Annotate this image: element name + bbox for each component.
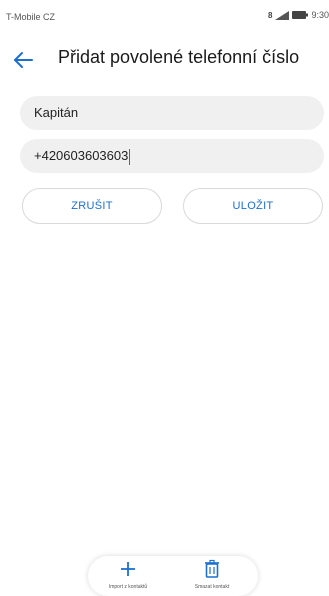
phone-number-field[interactable]: +420603603603 <box>20 139 324 173</box>
plus-icon <box>118 559 138 579</box>
name-field[interactable]: Kapitán <box>20 96 324 130</box>
name-field-value: Kapitán <box>34 105 79 120</box>
app-bar: Přidat povolené telefonní číslo <box>0 40 329 80</box>
carrier-label: T-Mobile CZ <box>6 12 56 22</box>
status-icons: 8 9:30 <box>268 10 329 20</box>
import-contacts-button[interactable]: Import z kontaktů <box>88 556 168 596</box>
import-contacts-label: Import z kontaktů <box>108 584 148 590</box>
page-title: Přidat povolené telefonní číslo <box>58 47 300 67</box>
phone-number-value: +420603603603 <box>34 148 129 163</box>
battery-icon <box>292 11 309 19</box>
arrow-left-icon[interactable] <box>12 50 34 70</box>
bottom-action-bar: Import z kontaktů Smazat kontakt <box>88 556 258 596</box>
text-cursor <box>129 148 131 165</box>
sim-icon: 8 <box>268 10 273 20</box>
save-button[interactable]: ULOŽIT <box>183 188 323 224</box>
signal-icon <box>275 10 290 20</box>
clock: 9:30 <box>311 10 329 20</box>
status-bar: T-Mobile CZ 8 9:30 <box>0 0 329 28</box>
trash-icon <box>202 559 222 579</box>
delete-contact-button[interactable]: Smazat kontakt <box>172 556 252 596</box>
cancel-button[interactable]: ZRUŠIT <box>22 188 162 224</box>
delete-contact-label: Smazat kontakt <box>194 584 230 590</box>
